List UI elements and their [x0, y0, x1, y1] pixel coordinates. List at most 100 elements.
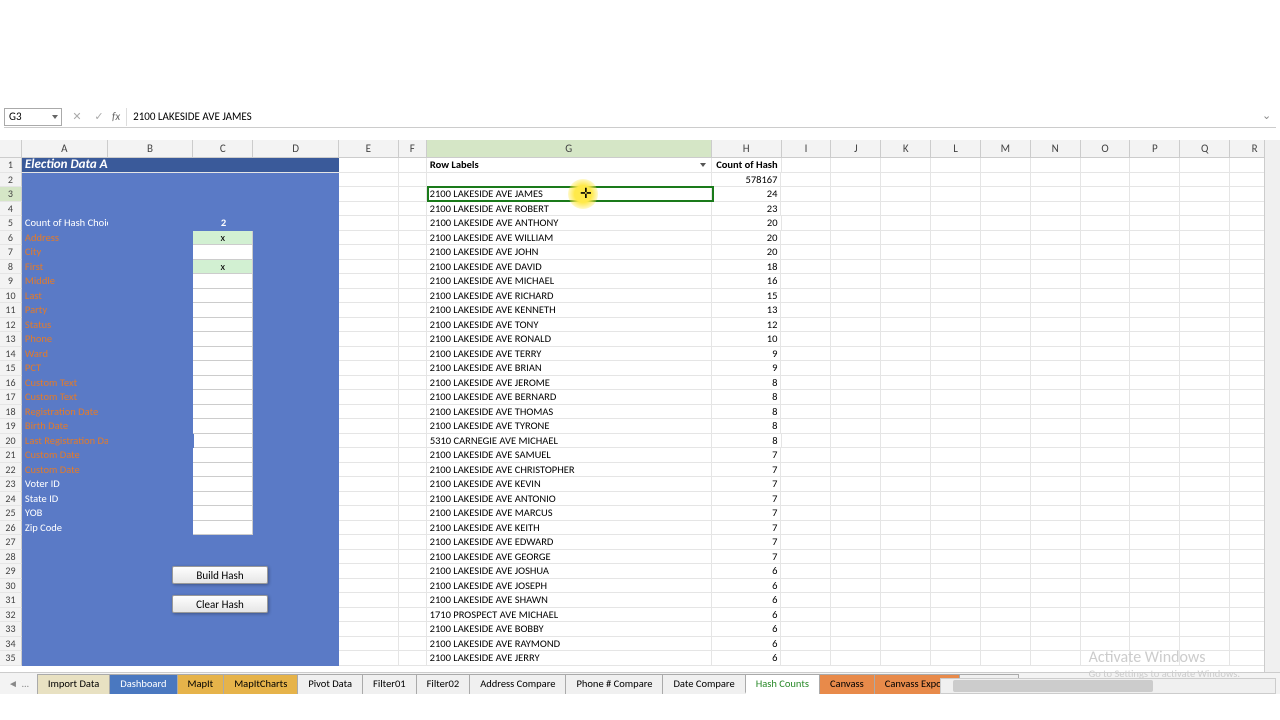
cell[interactable] — [981, 187, 1031, 202]
pivot-row-label[interactable]: 2100 LAKESIDE AVE RONALD — [427, 332, 712, 347]
cell[interactable] — [339, 173, 399, 188]
cell[interactable] — [831, 608, 881, 623]
pivot-row-label[interactable]: 2100 LAKESIDE AVE JERRY — [427, 651, 712, 666]
cell[interactable] — [931, 187, 981, 202]
cell[interactable] — [981, 608, 1031, 623]
cell[interactable] — [1031, 535, 1081, 550]
cell[interactable] — [1130, 289, 1180, 304]
pivot-row-label[interactable]: 2100 LAKESIDE AVE DAVID — [427, 260, 712, 275]
pivot-row-label[interactable]: 2100 LAKESIDE AVE BOBBY — [427, 622, 712, 637]
cell[interactable] — [253, 202, 339, 217]
cell[interactable] — [108, 274, 194, 289]
pivot-row-label[interactable]: 2100 LAKESIDE AVE TYRONE — [427, 419, 712, 434]
cell[interactable] — [781, 419, 831, 434]
cell[interactable] — [1081, 202, 1131, 217]
row-header[interactable]: 4 — [0, 202, 22, 217]
horizontal-scrollbar[interactable] — [940, 678, 1276, 694]
cell[interactable] — [931, 405, 981, 420]
row-header[interactable]: 23 — [0, 477, 22, 492]
cell[interactable] — [399, 216, 427, 231]
cell[interactable] — [881, 361, 931, 376]
cell[interactable] — [253, 231, 339, 246]
cell[interactable] — [1031, 521, 1081, 536]
cell[interactable] — [1031, 608, 1081, 623]
cell[interactable] — [881, 173, 931, 188]
row-header[interactable]: 15 — [0, 361, 22, 376]
cell[interactable] — [981, 318, 1031, 333]
pivot-row-count[interactable]: 8 — [712, 434, 782, 449]
cell[interactable] — [781, 448, 831, 463]
pivot-filter-icon[interactable] — [700, 163, 706, 167]
pivot-row-label[interactable]: 2100 LAKESIDE AVE MARCUS — [427, 506, 712, 521]
col-header-L[interactable]: L — [931, 140, 981, 157]
cell[interactable] — [22, 579, 108, 594]
cell[interactable] — [253, 376, 339, 391]
cell[interactable] — [1031, 332, 1081, 347]
cell[interactable] — [981, 434, 1031, 449]
cell[interactable] — [1180, 593, 1230, 608]
row-header[interactable]: 6 — [0, 231, 22, 246]
cell[interactable] — [1081, 593, 1131, 608]
tab-nav-more-icon[interactable]: … — [22, 677, 29, 690]
pivot-row-label[interactable]: 2100 LAKESIDE AVE RICHARD — [427, 289, 712, 304]
pivot-row-count[interactable]: 20 — [712, 216, 782, 231]
cell[interactable] — [1180, 231, 1230, 246]
cell[interactable] — [399, 637, 427, 652]
cell[interactable] — [1130, 216, 1180, 231]
pivot-row-count[interactable]: 6 — [712, 637, 782, 652]
cell[interactable] — [1081, 434, 1131, 449]
pivot-row-count[interactable]: 8 — [712, 405, 782, 420]
cell[interactable] — [253, 216, 339, 231]
cell[interactable] — [831, 477, 881, 492]
cell[interactable] — [399, 173, 427, 188]
cell[interactable] — [253, 622, 339, 637]
cell[interactable] — [831, 231, 881, 246]
cell[interactable] — [1130, 260, 1180, 275]
cell[interactable] — [881, 564, 931, 579]
cell[interactable] — [399, 187, 427, 202]
cell[interactable] — [831, 579, 881, 594]
cell[interactable] — [193, 622, 253, 637]
hash-field-checkbox[interactable] — [193, 318, 253, 333]
cell[interactable] — [1180, 521, 1230, 536]
cell[interactable] — [981, 535, 1031, 550]
cell[interactable] — [108, 318, 194, 333]
cell[interactable] — [1031, 173, 1081, 188]
cell[interactable] — [339, 405, 399, 420]
cell[interactable] — [1130, 405, 1180, 420]
cell[interactable] — [108, 521, 194, 536]
cell[interactable] — [782, 434, 832, 449]
cell[interactable] — [1031, 216, 1081, 231]
cell[interactable] — [339, 550, 399, 565]
col-header-F[interactable]: F — [399, 140, 427, 157]
cell[interactable] — [1180, 535, 1230, 550]
cell[interactable] — [881, 608, 931, 623]
pivot-row-count[interactable]: 13 — [712, 303, 782, 318]
cell[interactable] — [399, 303, 427, 318]
cell[interactable] — [1130, 448, 1180, 463]
cell[interactable] — [108, 419, 194, 434]
cell[interactable] — [339, 463, 399, 478]
cell[interactable] — [399, 622, 427, 637]
cell[interactable] — [781, 347, 831, 362]
cell[interactable] — [339, 347, 399, 362]
pivot-row-count[interactable]: 7 — [712, 448, 782, 463]
cell[interactable] — [931, 173, 981, 188]
sheet-tab[interactable]: MapItCharts — [223, 674, 298, 694]
cell[interactable] — [931, 274, 981, 289]
row-header[interactable]: 11 — [0, 303, 22, 318]
tab-nav[interactable]: ◄ … — [0, 677, 37, 690]
row-header[interactable]: 32 — [0, 608, 22, 623]
cell[interactable] — [1180, 289, 1230, 304]
cell[interactable] — [781, 390, 831, 405]
cell[interactable] — [339, 289, 399, 304]
cell[interactable] — [339, 521, 399, 536]
cell[interactable] — [781, 361, 831, 376]
pivot-row-count[interactable]: 6 — [712, 564, 782, 579]
cell[interactable] — [1081, 492, 1131, 507]
pivot-row-label[interactable]: 2100 LAKESIDE AVE ROBERT — [427, 202, 712, 217]
cell[interactable] — [1031, 550, 1081, 565]
cell[interactable] — [781, 376, 831, 391]
cell[interactable] — [1130, 506, 1180, 521]
col-header-D[interactable]: D — [253, 140, 339, 157]
